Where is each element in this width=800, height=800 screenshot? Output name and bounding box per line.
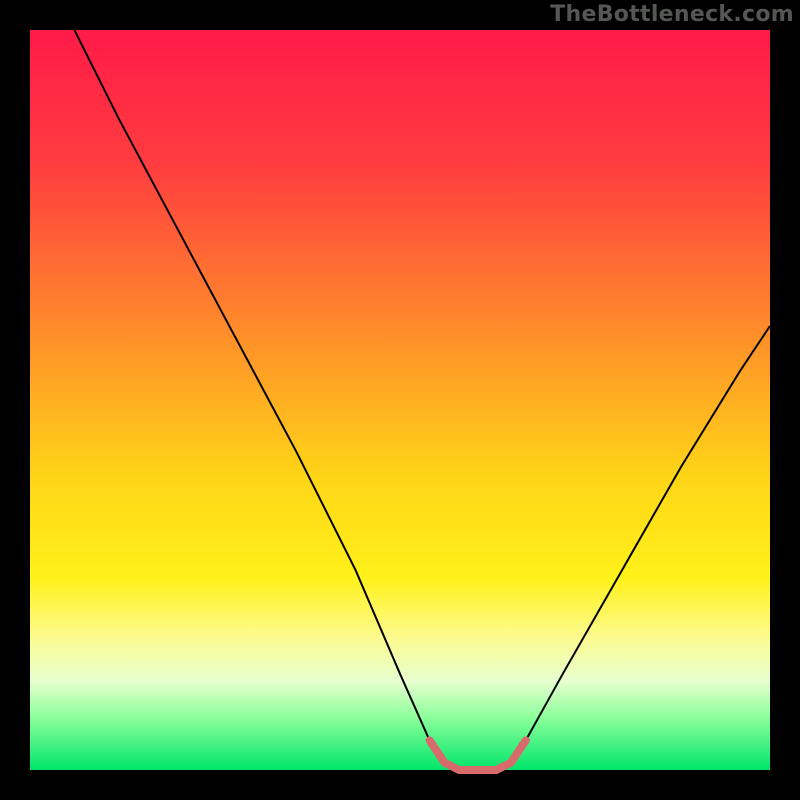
plot-background [30,30,770,770]
chart-frame: { "watermark": "TheBottleneck.com", "cha… [0,0,800,800]
bottleneck-chart [0,0,800,800]
watermark-text: TheBottleneck.com [550,2,794,27]
